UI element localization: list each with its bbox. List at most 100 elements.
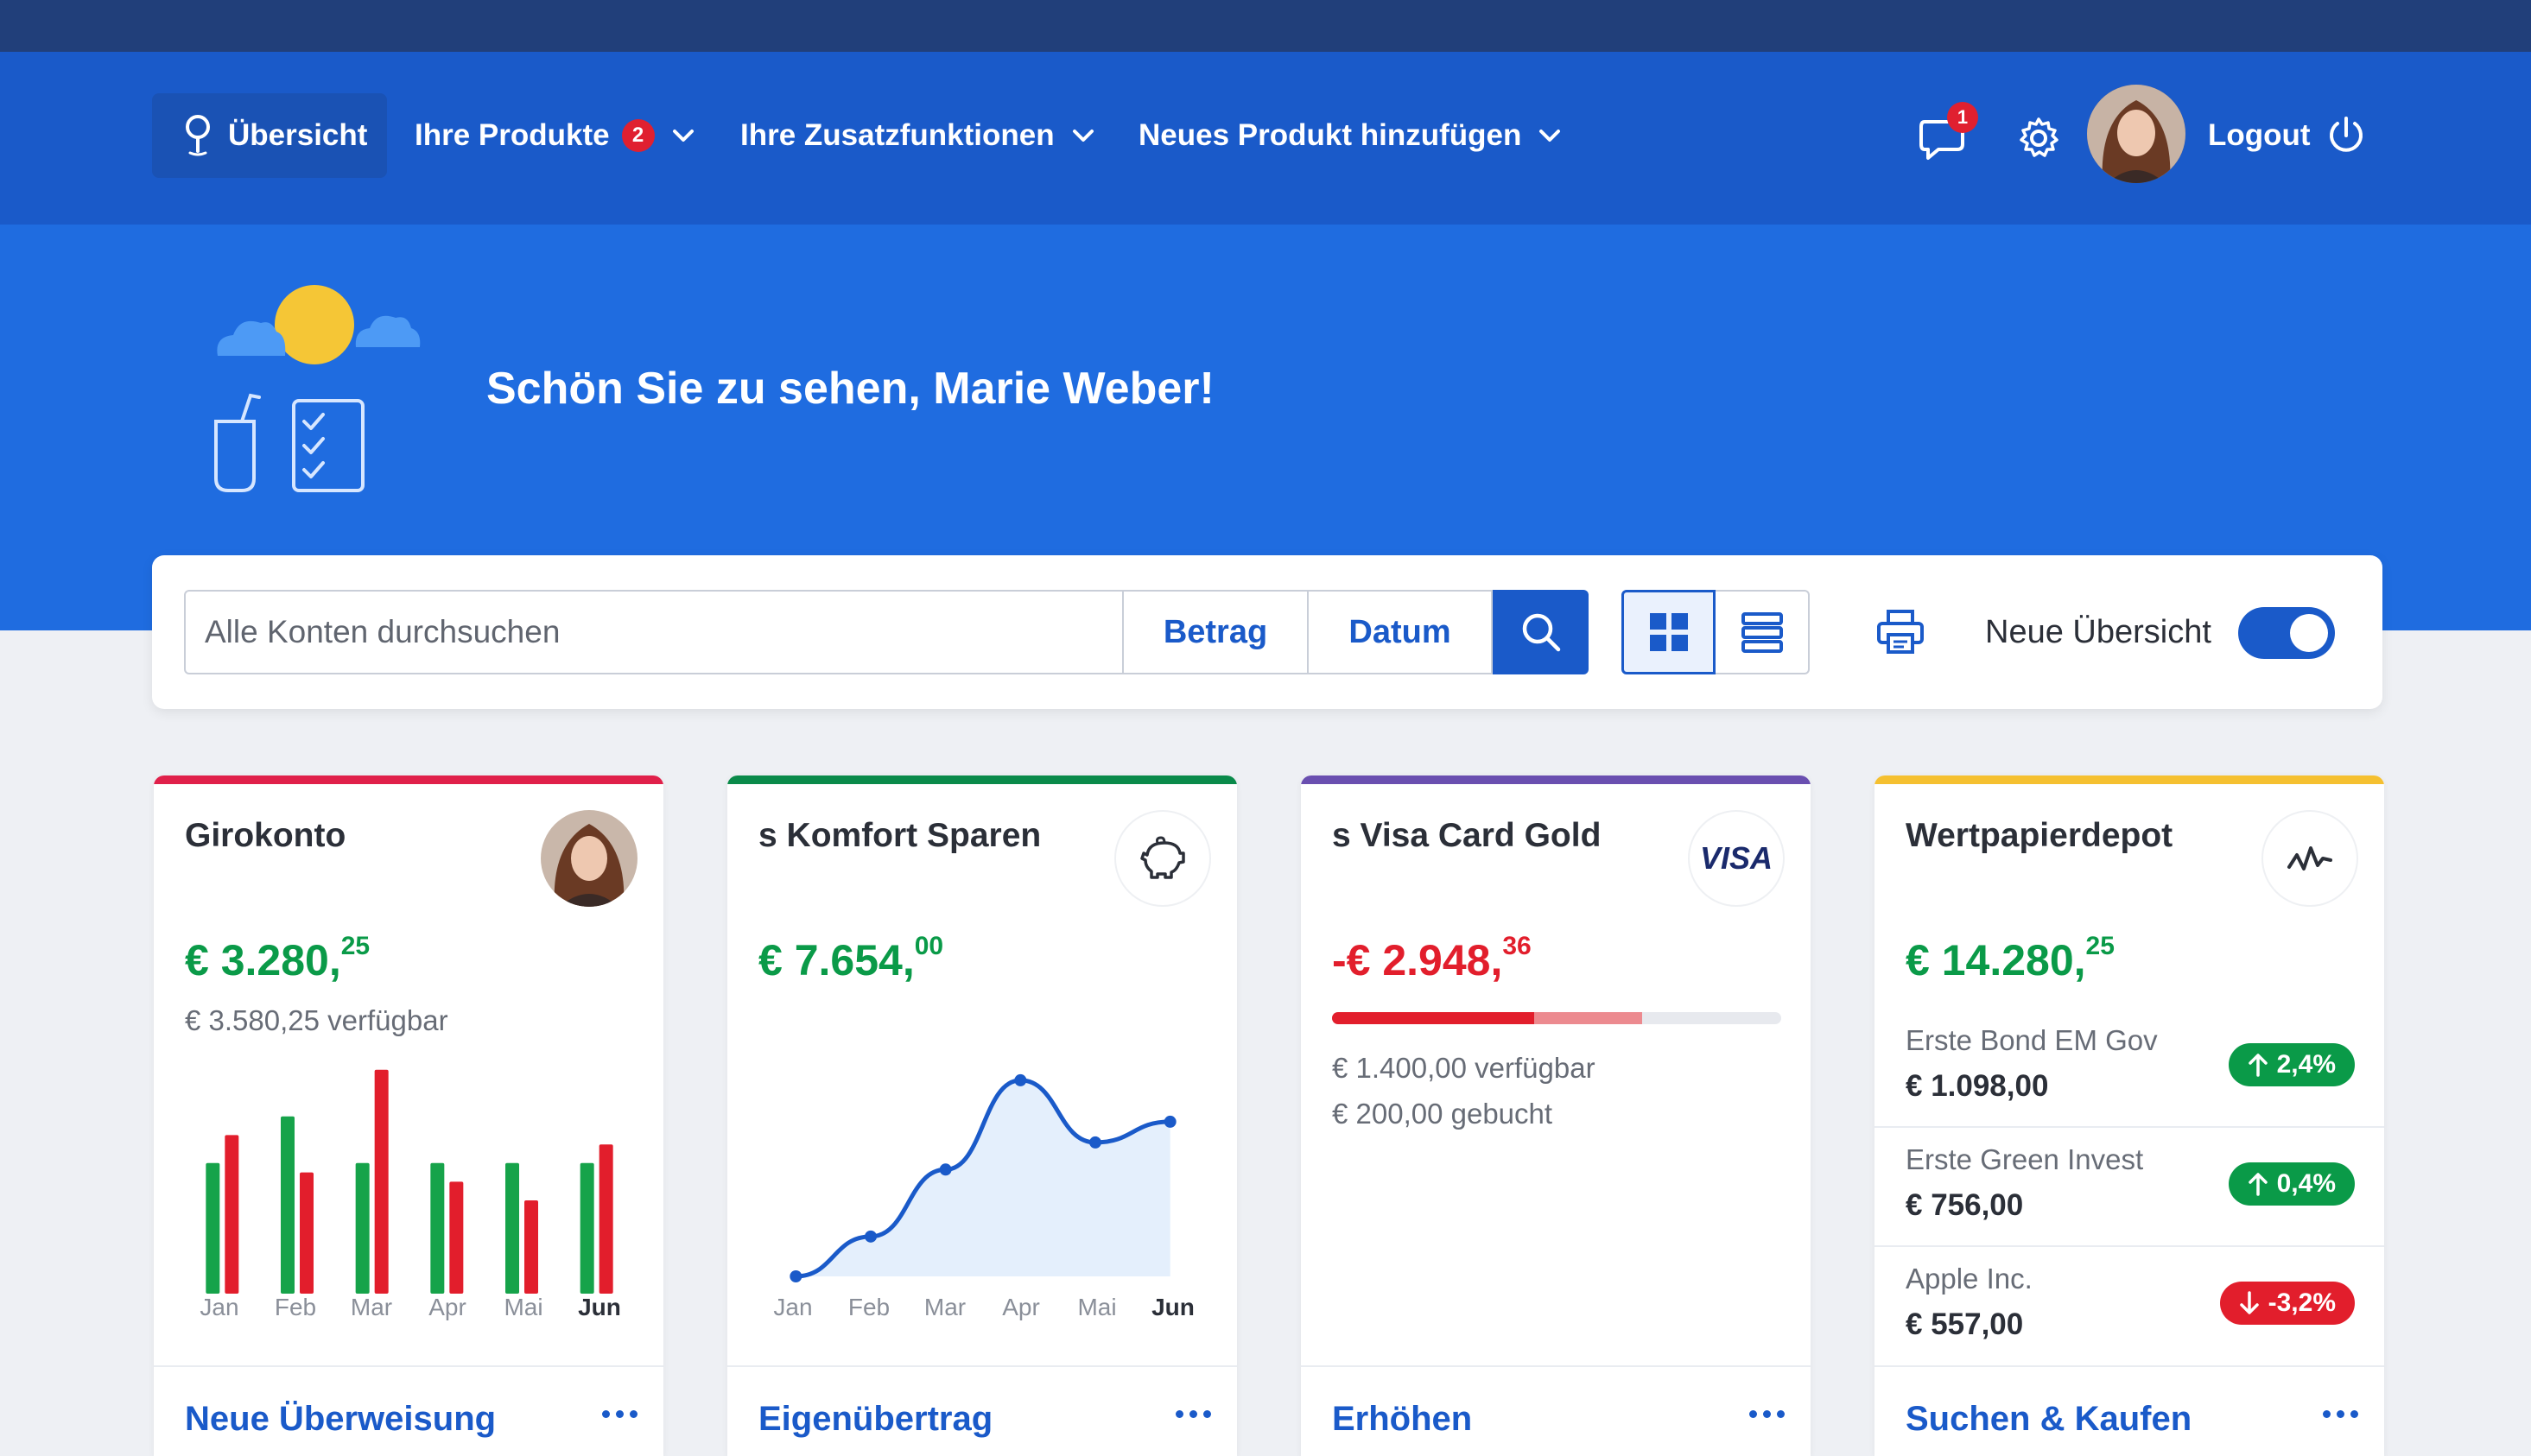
nav-extras-label: Ihre Zusatzfunktionen xyxy=(740,118,1055,152)
balance-cents: 25 xyxy=(340,932,371,961)
card-footer: Neue Überweisung xyxy=(154,1365,663,1456)
nav-add-product[interactable]: Neues Produkt hinzufügen xyxy=(1139,93,1561,178)
search-input[interactable]: Alle Konten durchsuchen xyxy=(184,590,1124,674)
bar-expense-jan xyxy=(225,1135,239,1294)
nav-products[interactable]: Ihre Produkte 2 xyxy=(415,93,695,178)
new-overview-toggle[interactable] xyxy=(2238,607,2335,659)
list-view-button[interactable] xyxy=(1716,590,1810,674)
bar-income-jun xyxy=(580,1162,594,1294)
card-title: Girokonto xyxy=(185,817,346,854)
chart-month-labels: Jan Feb Mar Apr Mai Jun xyxy=(185,1294,634,1321)
filter-date-label: Datum xyxy=(1348,613,1451,650)
bar-income-jan xyxy=(206,1162,220,1294)
arrow-up-icon xyxy=(2248,1173,2268,1196)
month-label: Jun xyxy=(1151,1294,1195,1320)
search-icon xyxy=(1522,613,1560,652)
nav-overview-label: Übersicht xyxy=(228,118,368,152)
toggle-knob xyxy=(2290,614,2328,652)
point-mai xyxy=(1089,1136,1101,1149)
more-options-icon[interactable] xyxy=(602,1410,638,1418)
change-badge-down: -3,2% xyxy=(2219,1282,2355,1325)
account-card-saving[interactable]: s Komfort Sparen € 7.654,00 Jan Feb Mar Apr… xyxy=(727,775,1237,1456)
printer-icon xyxy=(1877,610,1924,654)
own-transfer-link[interactable]: Eigenübertrag xyxy=(758,1400,993,1439)
change-badge-up: 0,4% xyxy=(2228,1162,2355,1206)
area-fill xyxy=(796,1079,1170,1276)
card-footer: Erhöhen xyxy=(1301,1365,1811,1456)
logout-label: Logout xyxy=(2208,118,2311,152)
print-button[interactable] xyxy=(1857,590,1944,674)
point-mar xyxy=(939,1163,952,1176)
account-balance: -€ 2.948,36 xyxy=(1332,932,1532,985)
search-button[interactable] xyxy=(1493,590,1589,674)
card-footer: Eigenübertrag xyxy=(727,1365,1237,1456)
position-row[interactable]: Erste Bond EM Gov € 1.098,00 2,4% xyxy=(1874,1009,2384,1128)
chevron-down-icon xyxy=(1072,130,1094,142)
chart-month-labels: Jan Feb Mar Apr Mai Jun xyxy=(758,1294,1208,1321)
user-avatar[interactable] xyxy=(2087,85,2185,183)
card-title: Wertpapierdepot xyxy=(1906,817,2173,854)
bar-expense-mar xyxy=(374,1069,389,1294)
account-card-depot[interactable]: Wertpapierdepot € 14.280,25 Erste Bond E… xyxy=(1874,775,2384,1456)
card-title: s Visa Card Gold xyxy=(1332,817,1602,854)
position-row[interactable]: Erste Green Invest € 756,00 0,4% xyxy=(1874,1128,2384,1247)
more-options-icon[interactable] xyxy=(2323,1410,2358,1418)
point-jun xyxy=(1164,1115,1177,1128)
new-transfer-link[interactable]: Neue Überweisung xyxy=(185,1400,496,1439)
chevron-down-icon xyxy=(1539,130,1561,142)
account-card-visa[interactable]: s Visa Card Gold VISA -€ 2.948,36 € 1.40… xyxy=(1301,775,1811,1456)
nav-overview[interactable]: Übersicht xyxy=(152,93,387,178)
month-label: Apr xyxy=(428,1294,466,1320)
month-label: Feb xyxy=(274,1294,317,1320)
monthly-area-chart xyxy=(790,1073,1177,1282)
products-count-badge: 2 xyxy=(621,119,655,152)
search-buy-link[interactable]: Suchen & Kaufen xyxy=(1906,1400,2192,1439)
bar-expense-mai xyxy=(524,1200,538,1294)
month-label: Mai xyxy=(1077,1294,1117,1320)
visa-logo-text: VISA xyxy=(1699,840,1773,876)
balance-cents: 36 xyxy=(1502,932,1532,961)
card-accent-bar xyxy=(1301,775,1811,784)
new-overview-label: Neue Übersicht xyxy=(1985,613,2211,650)
bar-income-feb xyxy=(281,1116,295,1294)
more-options-icon[interactable] xyxy=(1176,1410,1211,1418)
search-toolbar: Alle Konten durchsuchen Betrag Datum Neu… xyxy=(152,555,2382,709)
account-balance: € 3.280,25 xyxy=(185,932,371,985)
bar-expense-jun xyxy=(599,1144,613,1294)
filter-amount-button[interactable]: Betrag xyxy=(1124,590,1309,674)
bar-expense-feb xyxy=(300,1172,314,1294)
top-strip xyxy=(0,0,2531,52)
position-name: Erste Bond EM Gov xyxy=(1906,1024,2158,1056)
bar-expense-apr xyxy=(449,1181,464,1294)
balance-main: € 7.654, xyxy=(758,936,915,984)
credit-used-fill xyxy=(1332,1012,1534,1024)
month-label: Feb xyxy=(847,1294,891,1320)
position-row[interactable]: Apple Inc. € 557,00 -3,2% xyxy=(1874,1247,2384,1366)
filter-date-button[interactable]: Datum xyxy=(1309,590,1493,674)
balance-main: € 14.280, xyxy=(1906,936,2086,984)
card-footer: Suchen & Kaufen xyxy=(1874,1365,2384,1456)
weather-checklist-illustration xyxy=(214,285,421,492)
logout-button[interactable]: Logout xyxy=(2208,93,2366,178)
chevron-down-icon xyxy=(672,130,694,142)
change-value: -3,2% xyxy=(2268,1288,2336,1317)
credit-usage-bar xyxy=(1332,1012,1781,1024)
location-pin-icon xyxy=(186,115,210,156)
account-balance: € 14.280,25 xyxy=(1906,932,2115,985)
arrow-down-icon xyxy=(2239,1291,2259,1314)
position-value: € 557,00 xyxy=(1906,1307,2024,1341)
stock-chart-icon xyxy=(2261,810,2358,907)
point-jan xyxy=(790,1270,802,1282)
filter-amount-label: Betrag xyxy=(1163,613,1268,650)
settings-button[interactable] xyxy=(2002,102,2075,174)
search-placeholder: Alle Konten durchsuchen xyxy=(205,614,561,649)
account-card-giro[interactable]: Girokonto € 3.280,25 € 3.580,25 verfügba… xyxy=(154,775,663,1456)
nav-extras[interactable]: Ihre Zusatzfunktionen xyxy=(740,93,1094,178)
more-options-icon[interactable] xyxy=(1749,1410,1785,1418)
grid-view-button[interactable] xyxy=(1621,590,1716,674)
list-view-icon xyxy=(1741,612,1783,653)
messages-button[interactable]: 1 xyxy=(1907,102,1980,174)
increase-limit-link[interactable]: Erhöhen xyxy=(1332,1400,1472,1439)
month-label: Jun xyxy=(578,1294,621,1320)
change-value: 0,4% xyxy=(2276,1169,2336,1198)
